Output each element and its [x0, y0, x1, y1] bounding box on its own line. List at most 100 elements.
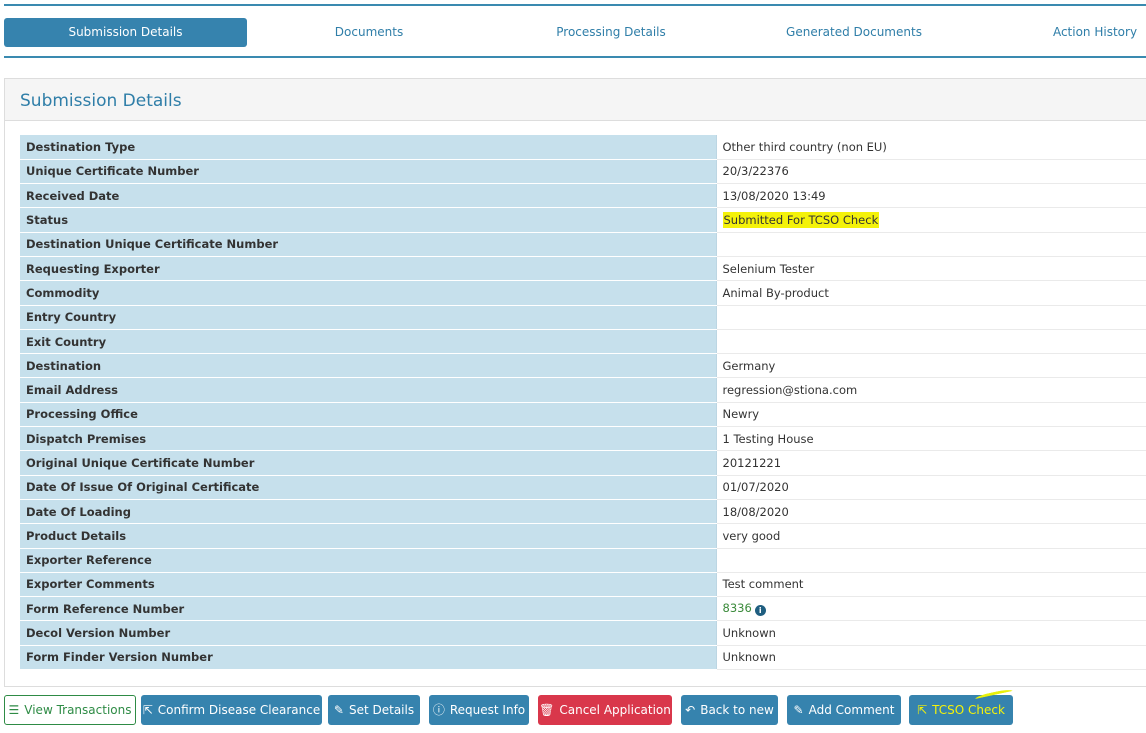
table-row: Unique Certificate Number 20/3/22376: [20, 159, 1146, 185]
cancel-application-button[interactable]: 🗑 Cancel Application: [538, 695, 672, 725]
tab-action-history[interactable]: Action History: [1044, 18, 1146, 47]
view-transactions-label: View Transactions: [24, 703, 132, 717]
form-reference-link[interactable]: 8336: [723, 601, 752, 615]
row-label: Form Finder Version Number: [20, 645, 717, 671]
row-label: Destination: [20, 353, 717, 379]
table-row: Destination Type Other third country (non…: [20, 135, 1146, 160]
table-row: Date Of Issue Of Original Certificate 01/…: [20, 475, 1146, 500]
status-cell: Submitted For TCSO Check: [716, 207, 1146, 233]
trash-icon: 🗑: [539, 703, 555, 717]
add-comment-button[interactable]: ✎ Add Comment: [787, 695, 901, 725]
row-value: 13/08/2020 13:49: [716, 183, 1146, 209]
row-label: Destination Unique Certificate Number: [20, 232, 717, 257]
row-value: [716, 548, 1146, 573]
row-value: 20/3/22376: [716, 159, 1146, 185]
back-to-new-label: Back to new: [700, 703, 774, 717]
row-value: 1 Testing House: [716, 426, 1146, 452]
share-icon: ⇱: [917, 703, 928, 717]
details-table: Destination Type Other third country (non…: [20, 135, 1146, 671]
table-row: Destination Unique Certificate Number: [20, 232, 1146, 257]
list-icon: ☰: [8, 703, 20, 717]
edit-icon: ✎: [333, 703, 344, 717]
row-label: Dispatch Premises: [20, 426, 717, 452]
row-value: [716, 305, 1146, 330]
table-row: Processing Office Newry: [20, 402, 1146, 428]
row-label: Exporter Comments: [20, 572, 717, 598]
cancel-application-label: Cancel Application: [559, 703, 671, 717]
status-value: Submitted For TCSO Check: [722, 212, 880, 229]
confirm-disease-clearance-button[interactable]: ⇱ Confirm Disease Clearance: [141, 695, 322, 725]
row-value: 18/08/2020: [716, 499, 1146, 525]
row-label: Product Details: [20, 523, 717, 549]
undo-icon: ↶: [685, 703, 696, 717]
row-value: very good: [716, 523, 1146, 549]
table-row: Date Of Loading 18/08/2020: [20, 499, 1146, 525]
tab-generated-documents[interactable]: Generated Documents: [774, 18, 934, 47]
table-row: Email Address regression@stiona.com: [20, 377, 1146, 403]
row-value: Unknown: [716, 620, 1146, 646]
add-comment-label: Add Comment: [808, 703, 895, 717]
table-row: Commodity Animal By-product: [20, 280, 1146, 306]
back-to-new-button[interactable]: ↶ Back to new: [681, 695, 778, 725]
tab-processing-details[interactable]: Processing Details: [534, 18, 688, 47]
table-row: Requesting Exporter Selenium Tester: [20, 256, 1146, 282]
row-value: Unknown: [716, 645, 1146, 671]
row-value: 01/07/2020: [716, 475, 1146, 500]
info-icon[interactable]: i: [754, 605, 766, 617]
tab-submission-details[interactable]: Submission Details: [4, 18, 247, 47]
row-value: Test comment: [716, 572, 1146, 598]
table-row: Form Reference Number 8336 i: [20, 596, 1146, 622]
table-row: Decol Version Number Unknown: [20, 620, 1146, 646]
edit-icon: ✎: [793, 703, 804, 717]
row-label: Exit Country: [20, 329, 717, 355]
row-label: Destination Type: [20, 135, 717, 160]
table-row: Original Unique Certificate Number 201212…: [20, 450, 1146, 476]
row-label: Requesting Exporter: [20, 256, 717, 282]
request-info-button[interactable]: ⓘ Request Info: [429, 695, 529, 725]
row-label: Commodity: [20, 280, 717, 306]
row-value: Other third country (non EU): [716, 135, 1146, 160]
table-row: Status Submitted For TCSO Check: [20, 207, 1146, 233]
row-value: Germany: [716, 353, 1146, 379]
row-label: Unique Certificate Number: [20, 159, 717, 185]
table-row: Form Finder Version Number Unknown: [20, 645, 1146, 671]
tab-documents[interactable]: Documents: [304, 18, 434, 47]
top-border: [4, 4, 1146, 6]
share-icon: ⇱: [142, 703, 153, 717]
row-label: Status: [20, 207, 717, 233]
tcso-check-label: TCSO Check: [932, 703, 1005, 717]
row-label: Email Address: [20, 377, 717, 403]
row-label: Received Date: [20, 183, 717, 209]
table-row: Exporter Comments Test comment: [20, 572, 1146, 598]
table-row: Destination Germany: [20, 353, 1146, 379]
row-label: Decol Version Number: [20, 620, 717, 646]
submission-details-panel: Submission Details Destination Type Other…: [4, 78, 1146, 687]
row-value: Animal By-product: [716, 280, 1146, 306]
table-row: Exporter Reference: [20, 548, 1146, 573]
row-label: Exporter Reference: [20, 548, 717, 573]
table-row: Dispatch Premises 1 Testing House: [20, 426, 1146, 452]
panel-title: Submission Details: [5, 79, 1146, 121]
row-label: Original Unique Certificate Number: [20, 450, 717, 476]
set-details-label: Set Details: [348, 703, 415, 717]
view-transactions-button[interactable]: ☰ View Transactions: [4, 695, 136, 725]
row-value: regression@stiona.com: [716, 377, 1146, 403]
table-row: Exit Country: [20, 329, 1146, 355]
tcso-check-button[interactable]: ⇱ TCSO Check: [909, 695, 1013, 725]
confirm-disease-clearance-label: Confirm Disease Clearance: [157, 703, 321, 717]
row-value: [716, 329, 1146, 355]
tab-bar: Submission Details Documents Processing …: [4, 18, 1146, 58]
row-label: Date Of Loading: [20, 499, 717, 525]
table-row: Received Date 13/08/2020 13:49: [20, 183, 1146, 209]
row-label: Date Of Issue Of Original Certificate: [20, 475, 717, 500]
request-info-label: Request Info: [449, 703, 526, 717]
form-reference-cell: 8336 i: [716, 596, 1146, 622]
set-details-button[interactable]: ✎ Set Details: [328, 695, 420, 725]
table-row: Product Details very good: [20, 523, 1146, 549]
row-label: Entry Country: [20, 305, 717, 330]
row-value: Selenium Tester: [716, 256, 1146, 282]
row-label: Processing Office: [20, 402, 717, 428]
table-row: Entry Country: [20, 305, 1146, 330]
row-value: Newry: [716, 402, 1146, 428]
row-label: Form Reference Number: [20, 596, 717, 622]
